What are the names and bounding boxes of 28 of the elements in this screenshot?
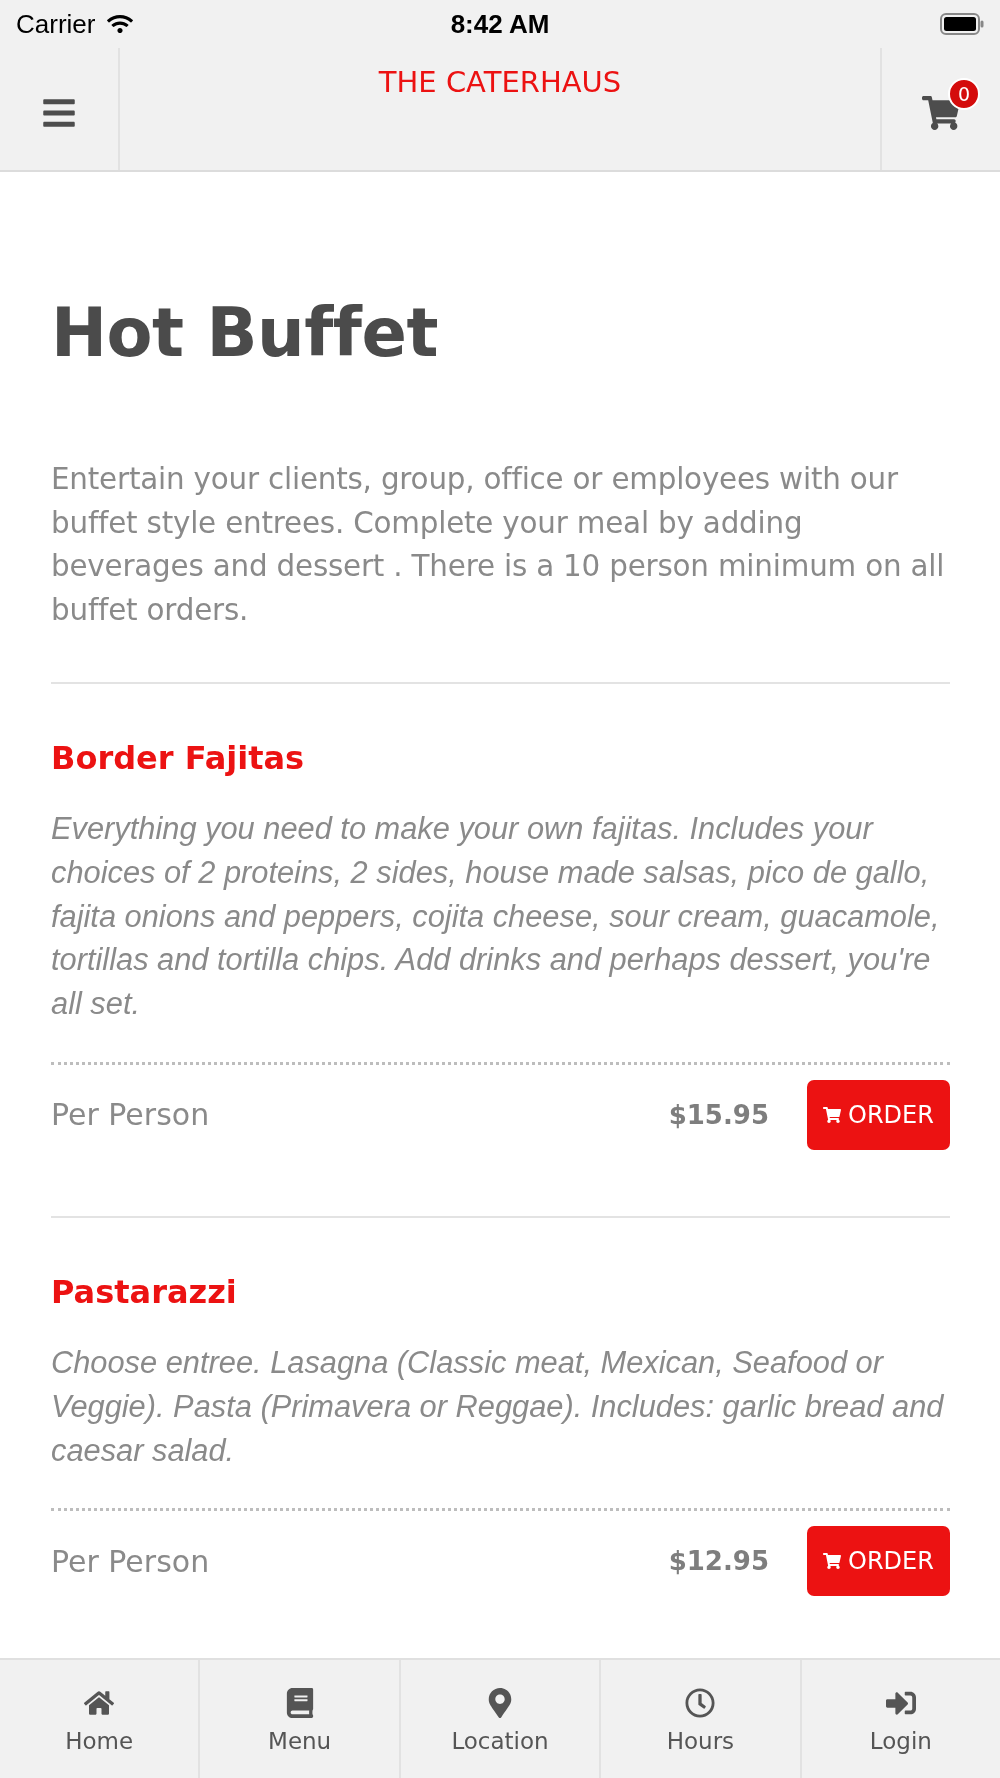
item-description: Everything you need to make your own fajitas. Includes your choices of 2 proteins, 2 sides, house made salsas, pico de gallo, fajita onions and peppers, cojita cheese, sour cream, guacamole, tortillas and tortilla chips. Add drinks and perhaps dessert, you're all set. — [51, 810, 941, 1024]
tab-bar-item[interactable]: Login — [799, 1660, 1000, 1778]
item-description: Choose entree. Lasagna (Classic meat, Mexican, Seafood or Veggie). Pasta (Primavera or Reggae). Includes: garlic bread and caesar salad. — [51, 1344, 945, 1470]
cart-count-badge: 0 — [948, 78, 980, 110]
item-price: $15.95 — [668, 1100, 769, 1130]
tab-bar-item[interactable]: Location — [398, 1660, 600, 1778]
book-icon — [284, 1688, 315, 1718]
item-name: Pastarazzi — [51, 1272, 238, 1312]
order-button[interactable]: ORDER — [807, 1526, 950, 1597]
carrier-name: Carrier — [16, 8, 96, 40]
item-name: Border Fajitas — [51, 738, 306, 778]
cart-icon — [823, 1552, 842, 1571]
intro-text: Entertain your clients, group, office or employees with our buffet style entrees. Complete your meal by adding beverages and dessert . There is a 10 person minimum on all buffet orders. — [51, 461, 946, 629]
brand-title: THE CATERHAUS — [378, 64, 622, 101]
battery-icon — [940, 13, 984, 35]
clock-icon — [685, 1688, 716, 1718]
order-button[interactable]: ORDER — [807, 1080, 950, 1150]
tab-bar-item[interactable]: Menu — [198, 1660, 399, 1778]
cart-icon — [922, 94, 960, 132]
price-unit: Per Person — [51, 1543, 211, 1579]
cart-icon — [823, 1106, 842, 1124]
item-price: $12.95 — [668, 1546, 769, 1577]
tab-bar-item[interactable]: Hours — [599, 1660, 800, 1778]
status-time: 8:42 AM — [450, 8, 550, 40]
tab-bar-item[interactable]: Home — [0, 1660, 199, 1778]
page-title: Hot Buffet — [51, 293, 439, 374]
home-icon — [84, 1688, 115, 1718]
price-unit: Per Person — [51, 1097, 211, 1133]
